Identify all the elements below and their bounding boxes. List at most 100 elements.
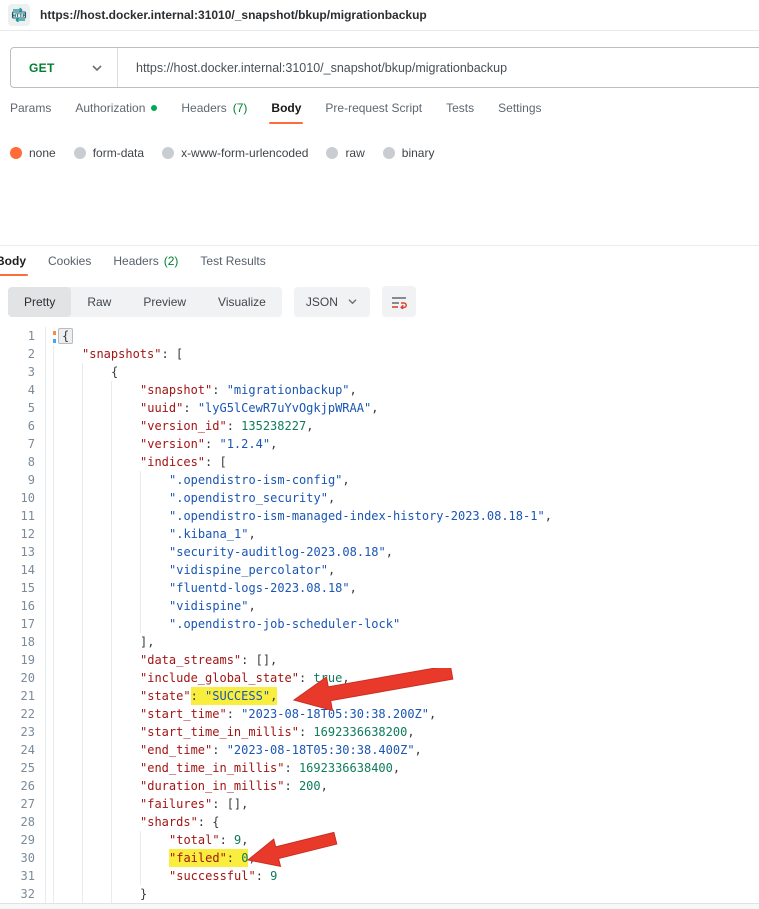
method-selector[interactable]: GET bbox=[11, 48, 117, 87]
radio-label: none bbox=[29, 146, 56, 160]
response-tab-body[interactable]: Body bbox=[0, 254, 26, 276]
line-number: 20 bbox=[0, 669, 46, 687]
indent-guide bbox=[82, 651, 111, 669]
response-tab-headers[interactable]: Headers(2) bbox=[113, 254, 178, 276]
indent-guide bbox=[140, 543, 169, 561]
url-bar: GET https://host.docker.internal:31010/_… bbox=[10, 47, 759, 88]
token-s: ".opendistro-ism-managed-index-history-2… bbox=[169, 509, 545, 523]
line-number: 4 bbox=[0, 381, 46, 399]
token-k: "uuid" bbox=[140, 401, 183, 415]
indent-guide bbox=[53, 417, 82, 435]
indent-guide bbox=[111, 723, 140, 741]
view-mode-visualize[interactable]: Visualize bbox=[202, 287, 282, 317]
line-content: ".kibana_1", bbox=[46, 525, 256, 543]
radio-binary[interactable]: binary bbox=[383, 146, 435, 160]
token-n: 135238227 bbox=[241, 419, 306, 433]
wrap-line-icon bbox=[391, 295, 407, 309]
view-mode-raw[interactable]: Raw bbox=[71, 287, 127, 317]
token-p: , bbox=[415, 743, 422, 757]
indent-guide bbox=[82, 489, 111, 507]
line-number: 26 bbox=[0, 777, 46, 795]
indent-guide bbox=[82, 597, 111, 615]
token-p: , bbox=[371, 401, 378, 415]
line-content: "successful": 9 bbox=[46, 867, 277, 885]
postman-window: HTTP https://host.docker.internal:31010/… bbox=[0, 0, 759, 909]
response-body-json[interactable]: 1{2"snapshots": [3{4"snapshot": "migrati… bbox=[0, 327, 759, 903]
indent-guide bbox=[111, 687, 140, 705]
line-content: "end_time": "2023-08-18T05:30:38.400Z", bbox=[46, 741, 422, 759]
response-tab-test-results[interactable]: Test Results bbox=[200, 254, 265, 276]
token-p: : bbox=[212, 383, 226, 397]
code-line: 31"successful": 9 bbox=[0, 867, 759, 885]
indent-guide bbox=[111, 381, 140, 399]
radio-raw[interactable]: raw bbox=[326, 146, 364, 160]
line-content: "total": 9, bbox=[46, 831, 249, 849]
radio-label: binary bbox=[402, 146, 435, 160]
code-line: 24"end_time": "2023-08-18T05:30:38.400Z"… bbox=[0, 741, 759, 759]
tab-tests[interactable]: Tests bbox=[446, 101, 474, 124]
line-content: "indices": [ bbox=[46, 453, 227, 471]
indent-guide bbox=[82, 525, 111, 543]
http-request-icon: HTTP bbox=[8, 4, 30, 26]
indent-guide bbox=[140, 579, 169, 597]
chevron-down-icon bbox=[347, 298, 358, 305]
tab-authorization[interactable]: Authorization bbox=[75, 101, 157, 124]
token-k: "data_streams" bbox=[140, 653, 241, 667]
line-content: ".opendistro_security", bbox=[46, 489, 335, 507]
token-p: , bbox=[248, 851, 255, 865]
token-p: ], bbox=[140, 635, 154, 649]
line-number: 22 bbox=[0, 705, 46, 723]
line-number: 16 bbox=[0, 597, 46, 615]
view-mode-preview[interactable]: Preview bbox=[127, 287, 202, 317]
radio-none[interactable]: none bbox=[10, 146, 56, 160]
indent-guide bbox=[82, 741, 111, 759]
radio-x-www-form-urlencoded[interactable]: x-www-form-urlencoded bbox=[162, 146, 308, 160]
format-select-value: JSON bbox=[306, 295, 338, 309]
code-line: 17".opendistro-job-scheduler-lock" bbox=[0, 615, 759, 633]
indent-guide bbox=[140, 867, 169, 885]
token-s: "1.2.4" bbox=[219, 437, 270, 451]
indent-guide bbox=[140, 507, 169, 525]
format-select[interactable]: JSON bbox=[294, 287, 370, 317]
token-b: true bbox=[313, 671, 342, 685]
indent-guide bbox=[53, 363, 82, 381]
section-divider bbox=[0, 245, 759, 246]
code-line: 28"shards": { bbox=[0, 813, 759, 831]
code-line: 19"data_streams": [], bbox=[0, 651, 759, 669]
token-p: : bbox=[220, 833, 234, 847]
tab-params[interactable]: Params bbox=[10, 101, 51, 124]
token-p: , bbox=[393, 761, 400, 775]
indent-guide bbox=[140, 831, 169, 849]
svg-text:HTTP: HTTP bbox=[12, 13, 26, 19]
wrap-line-button[interactable] bbox=[382, 286, 416, 317]
tab-pre-request-script[interactable]: Pre-request Script bbox=[325, 101, 422, 124]
indent-guide bbox=[53, 849, 82, 867]
tab-body[interactable]: Body bbox=[271, 101, 301, 124]
token-p: : bbox=[212, 743, 226, 757]
bottom-strip bbox=[0, 903, 759, 909]
token-p: , bbox=[306, 419, 313, 433]
token-k: "snapshots" bbox=[82, 347, 161, 361]
view-mode-pretty[interactable]: Pretty bbox=[8, 287, 71, 317]
token-n: 9 bbox=[270, 869, 277, 883]
tab-settings[interactable]: Settings bbox=[498, 101, 541, 124]
code-line: 3{ bbox=[0, 363, 759, 381]
tab-label: Tests bbox=[446, 101, 474, 115]
code-line: 11".opendistro-ism-managed-index-history… bbox=[0, 507, 759, 525]
response-tab-cookies[interactable]: Cookies bbox=[48, 254, 91, 276]
indent-guide bbox=[82, 507, 111, 525]
radio-form-data[interactable]: form-data bbox=[74, 146, 144, 160]
tab-headers[interactable]: Headers(7) bbox=[181, 101, 247, 124]
indent-guide bbox=[111, 867, 140, 885]
token-s: "lyG5lCewR7uYvOgkjpWRAA" bbox=[198, 401, 371, 415]
tab-label: Pre-request Script bbox=[325, 101, 422, 115]
response-tabs: Body Cookies Headers(2) Test Results bbox=[0, 254, 266, 276]
indent-guide bbox=[111, 849, 140, 867]
indent-guide bbox=[53, 615, 82, 633]
line-content: "version": "1.2.4", bbox=[46, 435, 277, 453]
code-line: 23"start_time_in_millis": 1692336638200, bbox=[0, 723, 759, 741]
url-input[interactable]: https://host.docker.internal:31010/_snap… bbox=[118, 61, 507, 75]
line-content: "uuid": "lyG5lCewR7uYvOgkjpWRAA", bbox=[46, 399, 378, 417]
indent-guide bbox=[111, 525, 140, 543]
indent-guide bbox=[53, 777, 82, 795]
